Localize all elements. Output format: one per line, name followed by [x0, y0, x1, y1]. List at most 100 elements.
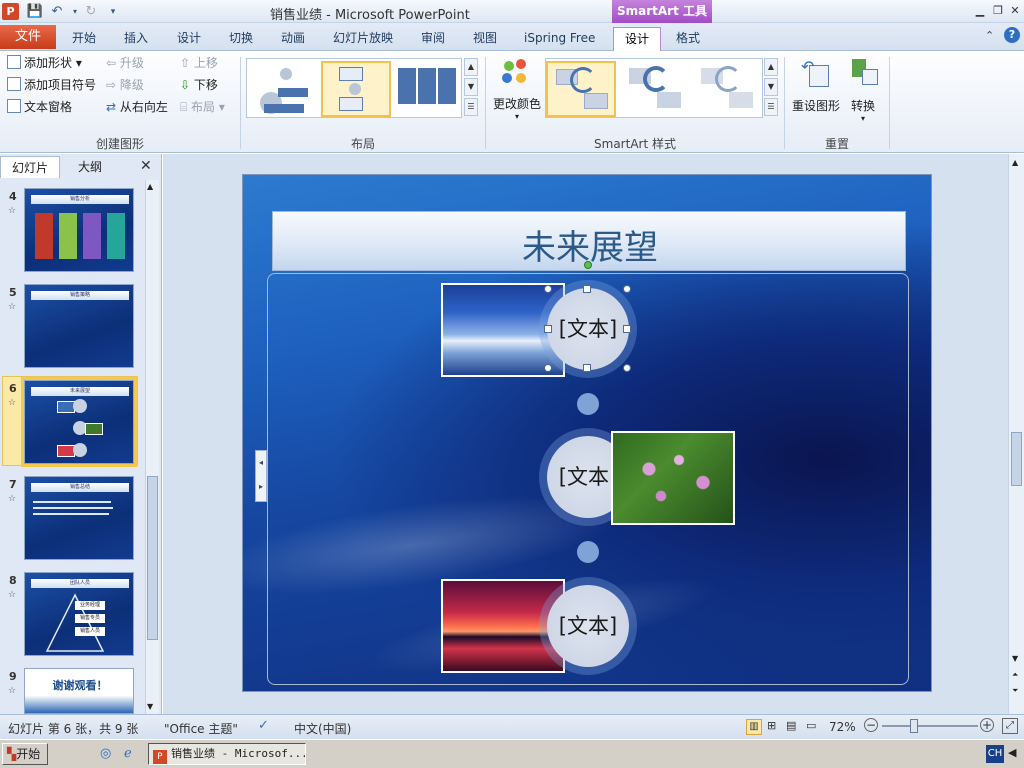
reset-graphic-icon: ↶: [801, 57, 831, 89]
normal-view-icon[interactable]: ▥: [746, 719, 762, 735]
water-lily-photo[interactable]: [611, 431, 735, 525]
start-button[interactable]: ▚开始: [2, 743, 48, 765]
slide-thumbnail-9[interactable]: 谢谢观看！: [24, 668, 134, 714]
minimize-icon[interactable]: ▁: [972, 3, 988, 19]
tab-animations[interactable]: 动画: [271, 27, 315, 51]
tab-design[interactable]: 设计: [167, 27, 211, 51]
zoom-slider-track[interactable]: [882, 725, 978, 727]
tab-smartart-design[interactable]: 设计: [613, 27, 661, 51]
scroll-thumb[interactable]: [1011, 432, 1022, 486]
smartart-text-node-1[interactable]: [文本]: [547, 288, 629, 370]
styles-scroll-up-icon[interactable]: ▲: [764, 58, 778, 76]
selection-handle[interactable]: [583, 364, 591, 372]
tab-transitions[interactable]: 切换: [219, 27, 263, 51]
slide-thumbnail-7[interactable]: 销售总结: [24, 476, 134, 560]
move-down-button[interactable]: ⇩ 下移: [180, 75, 218, 95]
zoom-out-icon[interactable]: −: [864, 718, 878, 732]
zoom-in-icon[interactable]: +: [980, 718, 994, 732]
layout-button[interactable]: ⌸ 布局 ▾: [180, 97, 225, 117]
input-method-indicator[interactable]: CH: [986, 745, 1004, 763]
add-shape-button[interactable]: 添加形状 ▾: [7, 53, 82, 73]
selection-handle[interactable]: [544, 325, 552, 333]
selection-handle[interactable]: [623, 364, 631, 372]
tab-home[interactable]: 开始: [62, 27, 106, 51]
slides-pane-scrollbar[interactable]: ▲ ▼: [145, 180, 159, 714]
selection-handle[interactable]: [623, 325, 631, 333]
thumbnail-number: 6: [9, 382, 17, 395]
layout-option-3[interactable]: [393, 61, 463, 117]
demote-button[interactable]: ⇨ 降级: [106, 75, 144, 95]
selection-handle[interactable]: [544, 364, 552, 372]
spell-check-icon[interactable]: ✓: [258, 718, 269, 733]
tab-slides[interactable]: 幻灯片: [0, 156, 60, 178]
smartart-text-node-3[interactable]: [文本]: [547, 585, 629, 667]
slideshow-view-icon[interactable]: ▭: [806, 719, 816, 732]
internet-explorer-icon[interactable]: ℯ: [124, 746, 132, 761]
restore-icon[interactable]: ❐: [990, 3, 1006, 19]
powerpoint-app-icon[interactable]: P: [2, 3, 19, 20]
layout-option-1[interactable]: [249, 61, 319, 117]
style-option-2[interactable]: [620, 61, 690, 117]
right-to-left-button[interactable]: ⇄ 从右向左: [106, 97, 168, 117]
text-pane-button[interactable]: 文本窗格: [7, 97, 72, 117]
fit-to-window-icon[interactable]: ⤢: [1002, 718, 1018, 734]
add-bullet-button[interactable]: 添加项目符号: [7, 75, 96, 95]
scroll-up-icon[interactable]: ▲: [1012, 158, 1018, 167]
scroll-down-icon[interactable]: ▼: [1012, 654, 1018, 663]
style-option-3[interactable]: [692, 61, 762, 117]
close-pane-icon[interactable]: ✕: [140, 158, 152, 174]
next-slide-icon[interactable]: ⏷: [1012, 686, 1018, 696]
styles-more-icon[interactable]: ☰: [764, 98, 778, 116]
language-indicator[interactable]: 中文(中国): [294, 720, 351, 737]
slide-thumbnail-6[interactable]: 未来展望: [21, 377, 137, 467]
taskbar-powerpoint-button[interactable]: P 销售业绩 - Microsof...: [148, 743, 306, 765]
styles-scroll-down-icon[interactable]: ▼: [764, 78, 778, 96]
selection-handle[interactable]: [623, 285, 631, 293]
slide-thumbnail-4[interactable]: 销售分析: [24, 188, 134, 272]
promote-button[interactable]: ⇦ 升级: [106, 53, 144, 73]
slide-sorter-icon[interactable]: ⊞: [767, 719, 776, 732]
gallery-scroll-up-icon[interactable]: ▲: [464, 58, 478, 76]
customize-qat-icon[interactable]: ▾: [104, 3, 122, 21]
selection-handle[interactable]: [583, 285, 591, 293]
tab-slideshow[interactable]: 幻灯片放映: [323, 27, 403, 51]
rotation-handle[interactable]: [584, 261, 592, 269]
close-icon[interactable]: ✕: [1007, 3, 1023, 19]
tab-ispring[interactable]: iSpring Free: [514, 27, 605, 51]
save-icon[interactable]: 💾: [26, 3, 44, 21]
tray-arrow-icon[interactable]: ◀: [1008, 746, 1016, 759]
scroll-down-icon[interactable]: ▼: [147, 702, 153, 711]
previous-slide-icon[interactable]: ⏶: [1012, 670, 1018, 680]
layout-option-2-selected[interactable]: [321, 61, 391, 117]
zoom-level[interactable]: 72%: [829, 720, 856, 734]
minimize-ribbon-icon[interactable]: ⌃: [985, 29, 994, 42]
reading-view-icon[interactable]: ▤: [786, 719, 796, 732]
gallery-more-icon[interactable]: ☰: [464, 98, 478, 116]
editor-vertical-scrollbar[interactable]: ▲ ▼ ⏶ ⏷: [1008, 154, 1024, 714]
slide-canvas[interactable]: 未来展望 ◂ ▸ [文本] [文本] [文本]: [242, 174, 932, 692]
help-icon[interactable]: ?: [1004, 27, 1020, 43]
tab-smartart-format[interactable]: 格式: [666, 27, 710, 51]
change-colors-button[interactable]: 更改颜色 ▾: [492, 55, 542, 129]
slide-thumbnail-8[interactable]: 团队人员 业务经理 销售专员 销售人员: [24, 572, 134, 656]
style-option-1-selected[interactable]: [546, 61, 616, 117]
undo-icon[interactable]: ↶: [48, 3, 66, 21]
redo-icon[interactable]: ↻: [82, 3, 100, 21]
zoom-slider-thumb[interactable]: [910, 719, 918, 733]
selection-handle[interactable]: [544, 285, 552, 293]
reset-graphic-button[interactable]: ↶ 重设图形: [790, 55, 842, 129]
move-up-button[interactable]: ⇧ 上移: [180, 53, 218, 73]
tab-file[interactable]: 文件: [0, 25, 56, 49]
scroll-thumb[interactable]: [147, 476, 158, 640]
group-label-create-graphic: 创建图形: [95, 137, 144, 151]
convert-button[interactable]: 转换 ▾: [844, 55, 882, 129]
tab-outline[interactable]: 大纲: [62, 156, 118, 178]
slide-thumbnail-5[interactable]: 销售策略: [24, 284, 134, 368]
gallery-scroll-down-icon[interactable]: ▼: [464, 78, 478, 96]
tab-insert[interactable]: 插入: [114, 27, 158, 51]
scroll-up-icon[interactable]: ▲: [147, 182, 153, 191]
tab-review[interactable]: 审阅: [411, 27, 455, 51]
text-pane-toggle[interactable]: ◂ ▸: [255, 450, 267, 502]
tab-view[interactable]: 视图: [463, 27, 507, 51]
quick-launch-icon[interactable]: ◎: [100, 746, 111, 761]
